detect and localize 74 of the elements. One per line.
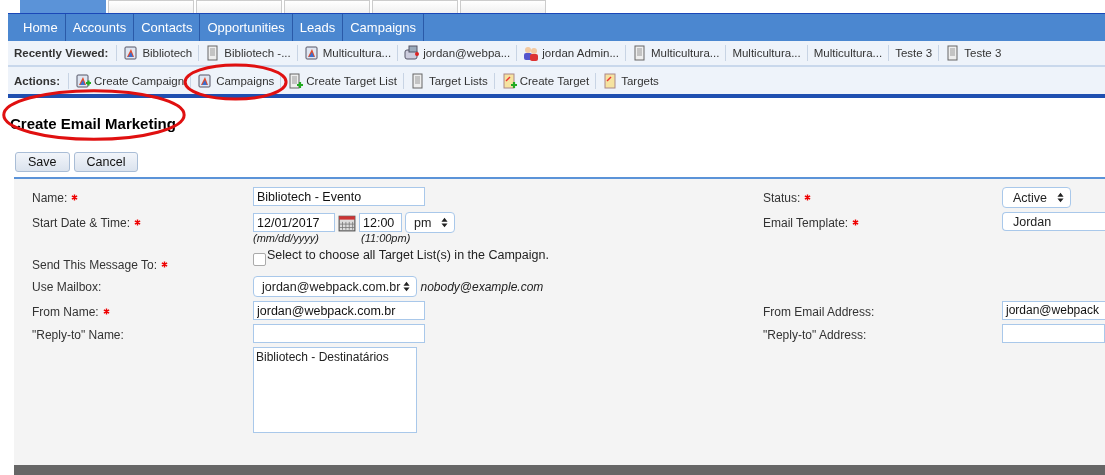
campaign-add-icon xyxy=(75,72,91,89)
people-icon xyxy=(523,45,540,61)
field-label: Start Date & Time: xyxy=(32,216,131,230)
required-asterisk-icon xyxy=(852,219,860,226)
action-link[interactable]: Target Lists xyxy=(407,72,490,89)
top-tab[interactable] xyxy=(372,0,458,13)
recent-item[interactable]: Multicultura... xyxy=(730,47,803,59)
checkbox-label: Select to choose all Target List(s) in the Campaign. xyxy=(267,248,549,262)
notebook-add-icon xyxy=(287,72,304,89)
action-link[interactable]: Create Target xyxy=(498,72,592,89)
action-link[interactable]: Create Campaign xyxy=(73,72,187,89)
reply-name-field[interactable] xyxy=(253,324,425,343)
field-label: "Reply-to" Name: xyxy=(32,328,124,342)
card-icon xyxy=(602,72,619,89)
name-field[interactable]: Bibliotech - Evento xyxy=(253,187,425,206)
from-email-field[interactable]: jordan@webpack xyxy=(1002,301,1105,320)
date-format-hint: (mm/dd/yyyy) xyxy=(253,233,320,244)
field-label: From Email Address: xyxy=(763,305,875,319)
field-label: From Name: xyxy=(32,305,99,319)
action-link[interactable]: Targets xyxy=(600,72,661,89)
required-asterisk-icon xyxy=(71,194,79,201)
field-label: Send This Message To: xyxy=(32,258,157,272)
template-select[interactable]: Jordan xyxy=(1002,212,1105,231)
updown-arrows-icon xyxy=(1057,192,1065,203)
required-asterisk-icon xyxy=(134,219,142,226)
field-label: Status: xyxy=(763,191,801,205)
recent-item[interactable]: Multicultura... xyxy=(301,45,394,61)
checkbox[interactable] xyxy=(253,253,266,266)
notebook-icon xyxy=(409,72,426,89)
target-list-box[interactable]: Bibliotech - Destinatários xyxy=(253,347,417,433)
recent-item[interactable]: Bibliotech xyxy=(121,45,195,61)
top-tab[interactable] xyxy=(196,0,282,13)
cancel-button[interactable]: Cancel xyxy=(73,152,139,172)
card-add-icon xyxy=(500,72,517,89)
time-format-hint: (11:00pm) xyxy=(361,233,411,244)
bar-label: Recently Viewed: xyxy=(14,47,109,59)
recent-item[interactable]: Multicultura... xyxy=(630,45,722,61)
updown-arrows-icon xyxy=(403,281,411,292)
time-field[interactable]: 12:00 xyxy=(359,213,402,232)
top-tab[interactable] xyxy=(460,0,546,13)
recent-item[interactable]: Multicultura... xyxy=(811,47,885,59)
required-asterisk-icon xyxy=(804,194,812,201)
calendar-icon[interactable] xyxy=(338,213,356,232)
required-asterisk-icon xyxy=(160,261,168,268)
save-button[interactable]: Save xyxy=(15,152,70,172)
reply-email-field[interactable] xyxy=(1002,324,1105,343)
campaign-icon xyxy=(197,72,214,89)
top-tab[interactable] xyxy=(108,0,194,13)
mailbox-icon xyxy=(404,45,421,61)
list-option[interactable]: Bibliotech - Destinatários xyxy=(256,350,414,364)
campaign-icon xyxy=(123,45,140,61)
required-asterisk-icon xyxy=(102,308,110,315)
notebook-icon xyxy=(632,45,648,61)
recent-item[interactable]: jordan Admin... xyxy=(521,45,621,61)
date-field[interactable]: 12/01/2017 xyxy=(253,213,335,232)
recent-item[interactable]: Bibliotech -... xyxy=(203,45,293,61)
top-tab[interactable] xyxy=(284,0,370,13)
recent-item[interactable]: jordan@webpa... xyxy=(402,45,513,61)
action-link[interactable]: Create Target List xyxy=(285,72,399,89)
top-tab[interactable] xyxy=(20,0,106,13)
ampm-select[interactable]: pm xyxy=(405,212,456,233)
recent-item[interactable]: Teste 3 xyxy=(893,47,935,59)
from-name-field[interactable]: jordan@webpack.com.br xyxy=(253,301,425,320)
bar-label: Actions: xyxy=(14,74,60,87)
recent-item[interactable]: Teste 3 xyxy=(943,45,1004,61)
mailbox-address: nobody@example.com xyxy=(420,279,544,294)
field-label: Use Mailbox: xyxy=(32,280,102,294)
campaign-icon xyxy=(303,45,320,61)
updown-arrows-icon xyxy=(441,217,449,228)
mailbox-select[interactable]: jordan@webpack.com.br xyxy=(253,276,418,297)
field-label: Email Template: xyxy=(763,216,849,230)
field-label: Name: xyxy=(32,191,68,205)
field-label: "Reply-to" Address: xyxy=(763,328,867,342)
status-select[interactable]: Active xyxy=(1002,187,1072,208)
